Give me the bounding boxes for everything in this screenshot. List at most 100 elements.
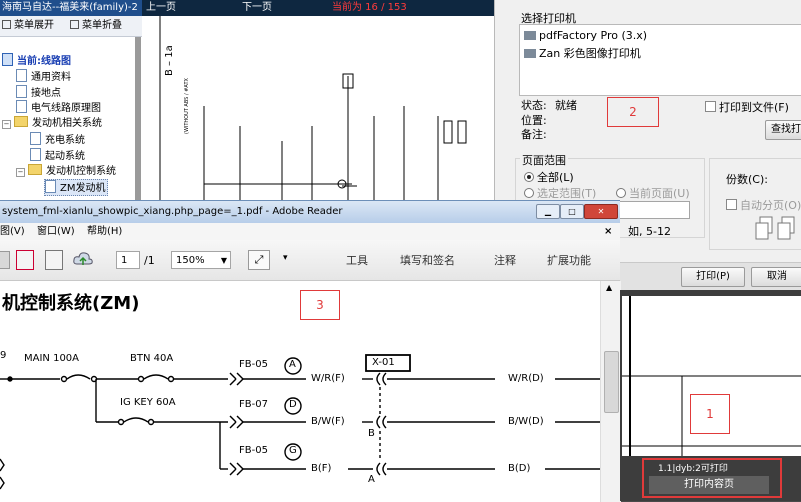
find-printer-button[interactable]: 查找打 bbox=[765, 120, 801, 140]
tree-item-label: 电气线路原理图 bbox=[31, 103, 101, 114]
range-hint: 如, 5-12 bbox=[628, 225, 671, 238]
copies-label: 份数(C): bbox=[726, 173, 768, 186]
edit-icon[interactable] bbox=[45, 250, 63, 270]
label-main-fuse: MAIN 100A bbox=[24, 353, 80, 364]
diagram-label-atx: (WITHOUT ABS / #ATX bbox=[184, 78, 190, 134]
tree-scrollbar[interactable] bbox=[135, 37, 141, 202]
menu-expand-button[interactable]: 菜单展开 bbox=[2, 16, 54, 36]
maximize-button[interactable]: □ bbox=[560, 204, 584, 219]
checkbox-icon bbox=[726, 199, 737, 210]
adobe-reader-window: system_fml-xianlu_showpic_xiang.php_page… bbox=[0, 200, 621, 502]
preview-page: 1 bbox=[622, 296, 801, 456]
reader-titlebar: system_fml-xianlu_showpic_xiang.php_page… bbox=[0, 201, 620, 223]
collapse-icon bbox=[70, 20, 79, 29]
range-all-radio[interactable]: 全部(L) bbox=[524, 169, 574, 185]
tree-item-general[interactable]: 通用资料 bbox=[16, 69, 71, 84]
document-icon bbox=[16, 100, 27, 113]
collate-checkbox[interactable]: 自动分页(O) bbox=[726, 197, 801, 213]
tree-item-engine-control[interactable]: − 发动机控制系统 bbox=[16, 164, 116, 179]
fit-page-icon[interactable]: ⤢ bbox=[248, 250, 270, 270]
tree-item-label: 接地点 bbox=[31, 88, 61, 99]
print-content-button[interactable]: 打印内容页 bbox=[649, 476, 769, 494]
connector-x01: X-01 bbox=[372, 357, 395, 368]
diagram-label-b1a: B – 1a bbox=[164, 45, 175, 76]
reader-menubar: 图(V) 窗口(W) 帮助(H) × bbox=[0, 223, 620, 240]
tree-item-starting[interactable]: 起动系统 bbox=[30, 148, 85, 163]
file-icon[interactable] bbox=[0, 251, 10, 269]
cloud-upload-icon[interactable] bbox=[73, 250, 93, 268]
fill-sign-button[interactable]: 填写和签名 bbox=[400, 252, 455, 268]
label-fb05: FB-05 bbox=[239, 359, 268, 370]
next-page-link[interactable]: 下一页 bbox=[242, 0, 272, 16]
pin-a-label: A bbox=[368, 474, 375, 485]
tools-button[interactable]: 工具 bbox=[346, 252, 368, 268]
reader-scrollbar[interactable]: ▲ bbox=[600, 281, 621, 502]
close-doc-icon[interactable]: × bbox=[604, 223, 612, 240]
tree-item-ground[interactable]: 接地点 bbox=[16, 85, 61, 100]
menu-window[interactable]: 窗口(W) bbox=[37, 223, 75, 240]
menu-collapse-label: 菜单折叠 bbox=[82, 20, 122, 31]
zoom-value: 150% bbox=[176, 255, 205, 266]
tree-item-charging[interactable]: 充电系统 bbox=[30, 132, 85, 147]
circle-label-a: A bbox=[289, 359, 296, 370]
label-btn-fuse: BTN 40A bbox=[130, 353, 174, 364]
reader-title: system_fml-xianlu_showpic_xiang.php_page… bbox=[2, 206, 343, 217]
cancel-button[interactable]: 取消 bbox=[751, 267, 801, 287]
label-fb05-b: FB-05 bbox=[239, 445, 268, 456]
collapse-toggle-icon[interactable]: − bbox=[16, 168, 25, 177]
note-label: 备注: bbox=[521, 128, 547, 141]
prev-page-link[interactable]: 上一页 bbox=[146, 0, 176, 16]
printer-item-zan[interactable]: Zan 彩色图像打印机 bbox=[524, 45, 641, 61]
comment-button[interactable]: 注释 bbox=[494, 252, 516, 268]
page-number-input[interactable]: 1 bbox=[116, 251, 140, 269]
label-9: 9 bbox=[0, 350, 7, 361]
document-icon bbox=[2, 53, 13, 66]
reader-toolbar: 1 /1 150% ▼ ⤢ ▾ 工具 填写和签名 注释 扩展功能 bbox=[0, 240, 620, 281]
menu-help[interactable]: 帮助(H) bbox=[87, 223, 122, 240]
minimize-button[interactable]: ▁ bbox=[536, 204, 560, 219]
create-pdf-icon[interactable] bbox=[16, 250, 34, 270]
print-to-file-label: 打印到文件(F) bbox=[719, 101, 789, 114]
collate-pages-icon bbox=[755, 216, 795, 240]
tree-title: 海南马自达--福美来(family)-2 bbox=[0, 0, 142, 16]
radio-icon bbox=[524, 188, 534, 198]
tree-current[interactable]: 当前:线路图 bbox=[2, 53, 71, 68]
page-status: 当前为 16 / 153 bbox=[332, 2, 407, 13]
document-icon bbox=[16, 85, 27, 98]
printer-name: Zan 彩色图像打印机 bbox=[539, 47, 641, 60]
menu-view[interactable]: 图(V) bbox=[0, 223, 25, 240]
tree-item-label: 发动机控制系统 bbox=[46, 166, 116, 177]
range-selection-label: 选定范围(T) bbox=[537, 187, 597, 200]
label-igkey-fuse: IG KEY 60A bbox=[120, 397, 176, 408]
document-icon bbox=[16, 69, 27, 82]
tree-item-label: 充电系统 bbox=[45, 135, 85, 146]
extend-button[interactable]: 扩展功能 bbox=[547, 252, 591, 268]
page-range-input[interactable] bbox=[616, 201, 690, 219]
print-to-file-checkbox[interactable]: 打印到文件(F) bbox=[705, 99, 789, 115]
wire-wrf: W/R(F) bbox=[311, 373, 345, 384]
range-current-radio[interactable]: 当前页面(U) bbox=[616, 185, 690, 201]
tree-item-schematic[interactable]: 电气线路原理图 bbox=[16, 100, 101, 115]
scroll-up-icon[interactable]: ▲ bbox=[606, 283, 612, 292]
tree-item-label: 起动系统 bbox=[45, 151, 85, 162]
print-button[interactable]: 打印(P) bbox=[681, 267, 745, 287]
printer-list[interactable]: pdfFactory Pro (3.x) Zan 彩色图像打印机 bbox=[519, 24, 801, 96]
collapse-toggle-icon[interactable]: − bbox=[2, 120, 11, 129]
range-current-label: 当前页面(U) bbox=[629, 187, 690, 200]
background-pdf-page: B – 1a (WITHOUT ABS / #ATX bbox=[142, 16, 494, 206]
tree-item-zm[interactable]: ZM发动机 bbox=[44, 179, 109, 196]
scroll-thumb[interactable] bbox=[604, 351, 619, 413]
printer-item-pdffactory[interactable]: pdfFactory Pro (3.x) bbox=[524, 29, 647, 42]
zoom-select[interactable]: 150% ▼ bbox=[171, 251, 231, 269]
collate-label: 自动分页(O) bbox=[740, 199, 801, 212]
printer-name: pdfFactory Pro (3.x) bbox=[539, 29, 648, 42]
more-tools-icon[interactable]: ▾ bbox=[283, 253, 288, 263]
close-button[interactable]: ✕ bbox=[584, 204, 618, 219]
folder-icon bbox=[28, 164, 42, 175]
tree-item-engine[interactable]: − 发动机相关系统 bbox=[2, 116, 102, 131]
folder-icon bbox=[14, 116, 28, 127]
menu-collapse-button[interactable]: 菜单折叠 bbox=[70, 16, 122, 36]
menu-expand-label: 菜单展开 bbox=[14, 20, 54, 31]
range-selection-radio[interactable]: 选定范围(T) bbox=[524, 185, 596, 201]
chevron-down-icon: ▼ bbox=[220, 256, 227, 265]
